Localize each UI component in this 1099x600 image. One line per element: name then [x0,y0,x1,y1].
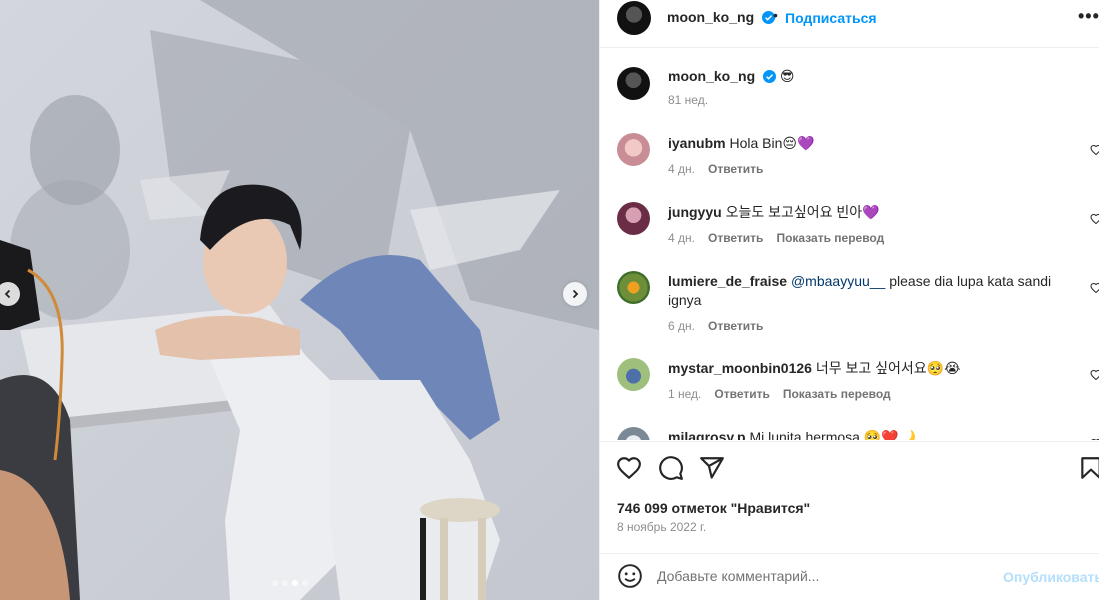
comment-text: lumiere_de_fraise @mbaayyuu__ please dia… [668,272,1058,310]
reply-button[interactable]: Ответить [708,162,763,176]
comment-icon[interactable] [658,455,684,481]
comment-username[interactable]: lumiere_de_fraise [668,273,787,289]
post-header: moon_ko_ng • Подписаться ••• [600,0,1099,48]
like-comment-heart-icon[interactable] [1090,282,1099,294]
comment-text: mystar_moonbin0126 너무 보고 싶어서요🥺😭 [668,359,1058,378]
comment-avatar[interactable] [617,271,650,304]
post-side-panel: moon_ko_ng • Подписаться ••• moon_ko_ng … [599,0,1099,600]
caption-username[interactable]: moon_ko_ng [668,68,755,84]
like-comment-heart-icon[interactable] [1090,144,1099,156]
publish-button[interactable]: Опубликовать [1003,569,1099,585]
caption-age: 81 нед. [668,93,709,107]
comment-username[interactable]: jungyyu [668,204,722,220]
carousel-dot [282,580,288,586]
like-count[interactable]: 746 099 отметок "Нравится" [617,500,810,516]
comment-meta: 4 дн. Ответить [668,162,763,176]
share-icon[interactable] [699,455,725,481]
comments-list[interactable]: moon_ko_ng 😎 81 нед. iyanubm Hola Bin😔💜 … [600,49,1099,440]
carousel-dot [292,580,298,586]
comment-mention-link[interactable]: @mbaayyuu__ [791,273,885,289]
carousel-next-button[interactable] [563,282,587,306]
comment-age: 4 дн. [668,162,695,176]
caption-meta: 81 нед. [668,93,708,107]
comment-body: Hola Bin😔💜 [729,135,815,151]
carousel-dot [302,580,308,586]
heart-icon[interactable] [616,455,642,481]
post-photo [0,0,599,600]
comment-username[interactable]: milagrosy.p [668,429,746,440]
comment-meta: 4 дн. Ответить Показать перевод [668,231,884,245]
comment-avatar[interactable] [617,202,650,235]
more-icon[interactable]: ••• [1078,6,1099,27]
comment-age: 6 дн. [668,319,695,333]
author-avatar[interactable] [617,1,651,35]
like-comment-heart-icon[interactable] [1090,438,1099,440]
follow-button[interactable]: Подписаться [785,10,877,26]
caption-avatar[interactable] [617,67,650,100]
comment-body: 오늘도 보고싶어요 빈아💜 [725,204,880,220]
like-comment-heart-icon[interactable] [1090,369,1099,381]
comment-avatar[interactable] [617,427,650,440]
comment-text: jungyyu 오늘도 보고싶어요 빈아💜 [668,203,1058,222]
post-actions: 746 099 отметок "Нравится" 8 ноябрь 2022… [600,441,1099,556]
translate-button[interactable]: Показать перевод [783,387,891,401]
comment-username[interactable]: iyanubm [668,135,726,151]
comment-age: 1 нед. [668,387,702,401]
chevron-right-icon [572,289,579,299]
carousel-dot [272,580,278,586]
emoji-icon[interactable] [617,563,643,589]
carousel-indicator [272,580,308,586]
author-username-text[interactable]: moon_ko_ng [667,9,754,25]
post-date[interactable]: 8 ноябрь 2022 г. [617,520,706,534]
verified-badge-icon [763,70,777,83]
reply-button[interactable]: Ответить [708,231,763,245]
comment-body: Mi lunita hermosa 🥺❤️🌙 [749,429,917,440]
comment-username[interactable]: mystar_moonbin0126 [668,360,812,376]
comment-composer: Опубликовать [600,553,1099,600]
caption-emoji: 😎 [779,68,795,84]
comment-text: milagrosy.p Mi lunita hermosa 🥺❤️🌙 [668,428,1058,440]
translate-button[interactable]: Показать перевод [776,231,884,245]
bookmark-icon[interactable] [1078,455,1099,481]
comment-input[interactable] [657,564,987,588]
header-separator: • [773,7,778,23]
comment-meta: 1 нед. Ответить Показать перевод [668,387,891,401]
like-comment-heart-icon[interactable] [1090,213,1099,225]
comment-body: 너무 보고 싶어서요🥺😭 [815,360,961,376]
comment-meta: 6 дн. Ответить [668,319,763,333]
author-username[interactable]: moon_ko_ng [667,9,776,25]
reply-button[interactable]: Ответить [714,387,769,401]
comment-avatar[interactable] [617,133,650,166]
chevron-left-icon [4,289,11,299]
reply-button[interactable]: Ответить [708,319,763,333]
post-media[interactable] [0,0,599,600]
comment-age: 4 дн. [668,231,695,245]
caption-text: moon_ko_ng 😎 [668,67,1058,86]
comment-avatar[interactable] [617,358,650,391]
comment-text: iyanubm Hola Bin😔💜 [668,134,1058,153]
